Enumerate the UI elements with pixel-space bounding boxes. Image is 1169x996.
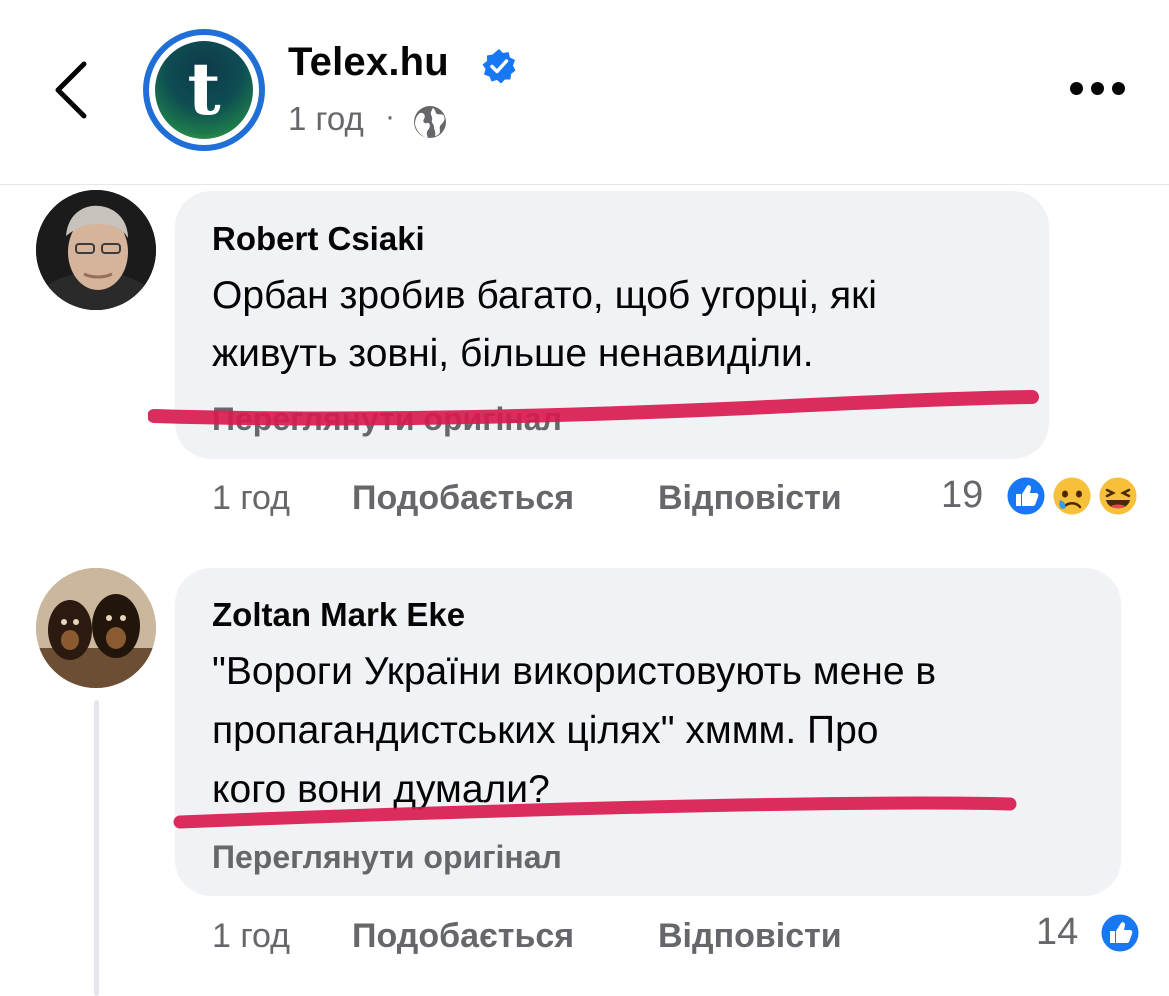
more-options-icon[interactable] bbox=[1066, 78, 1130, 102]
comment-time[interactable]: 1 год bbox=[212, 479, 290, 518]
separator-dot: · bbox=[385, 100, 395, 133]
reaction-count[interactable]: 19 bbox=[941, 474, 983, 517]
comment-author[interactable]: Robert Csiaki bbox=[212, 220, 425, 258]
see-original-link[interactable]: Переглянути оригінал bbox=[212, 401, 562, 438]
comment-text-line: пропагандистських цілях" хммм. Про bbox=[212, 709, 879, 752]
reply-thread-line bbox=[94, 700, 99, 996]
page-name[interactable]: Telex.hu bbox=[288, 40, 449, 85]
reaction-count[interactable]: 14 bbox=[1036, 911, 1078, 954]
comment-text-line: кого вони думали? bbox=[212, 768, 550, 811]
like-button[interactable]: Подобається bbox=[352, 479, 574, 518]
page-avatar[interactable]: t bbox=[143, 29, 265, 151]
commenter-avatar[interactable] bbox=[36, 568, 156, 688]
comment-author[interactable]: Zoltan Mark Eke bbox=[212, 596, 465, 634]
comment-text-line: Орбан зробив багато, щоб угорці, які bbox=[212, 274, 877, 317]
commenter-avatar[interactable] bbox=[36, 190, 156, 310]
reply-button[interactable]: Відповісти bbox=[658, 917, 842, 956]
like-reaction-icon[interactable] bbox=[1004, 474, 1048, 518]
post-time[interactable]: 1 год bbox=[288, 100, 364, 138]
avatar-logo: t bbox=[155, 41, 253, 139]
post-header: t Telex.hu 1 год · bbox=[0, 0, 1169, 185]
verified-badge-icon bbox=[482, 49, 516, 84]
haha-reaction-icon[interactable] bbox=[1096, 474, 1140, 518]
back-chevron-icon[interactable] bbox=[48, 58, 96, 122]
comment-text-line: живуть зовні, більше ненавиділи. bbox=[212, 332, 814, 375]
reply-button[interactable]: Відповісти bbox=[658, 479, 842, 518]
sad-reaction-icon[interactable] bbox=[1050, 474, 1094, 518]
like-button[interactable]: Подобається bbox=[352, 917, 574, 956]
like-reaction-icon[interactable] bbox=[1098, 911, 1142, 955]
comment-time[interactable]: 1 год bbox=[212, 917, 290, 956]
globe-icon bbox=[414, 106, 446, 138]
avatar-letter: t bbox=[187, 46, 221, 131]
comment-text-line: "Вороги України використовують мене в bbox=[212, 650, 937, 693]
see-original-link[interactable]: Переглянути оригінал bbox=[212, 839, 562, 876]
